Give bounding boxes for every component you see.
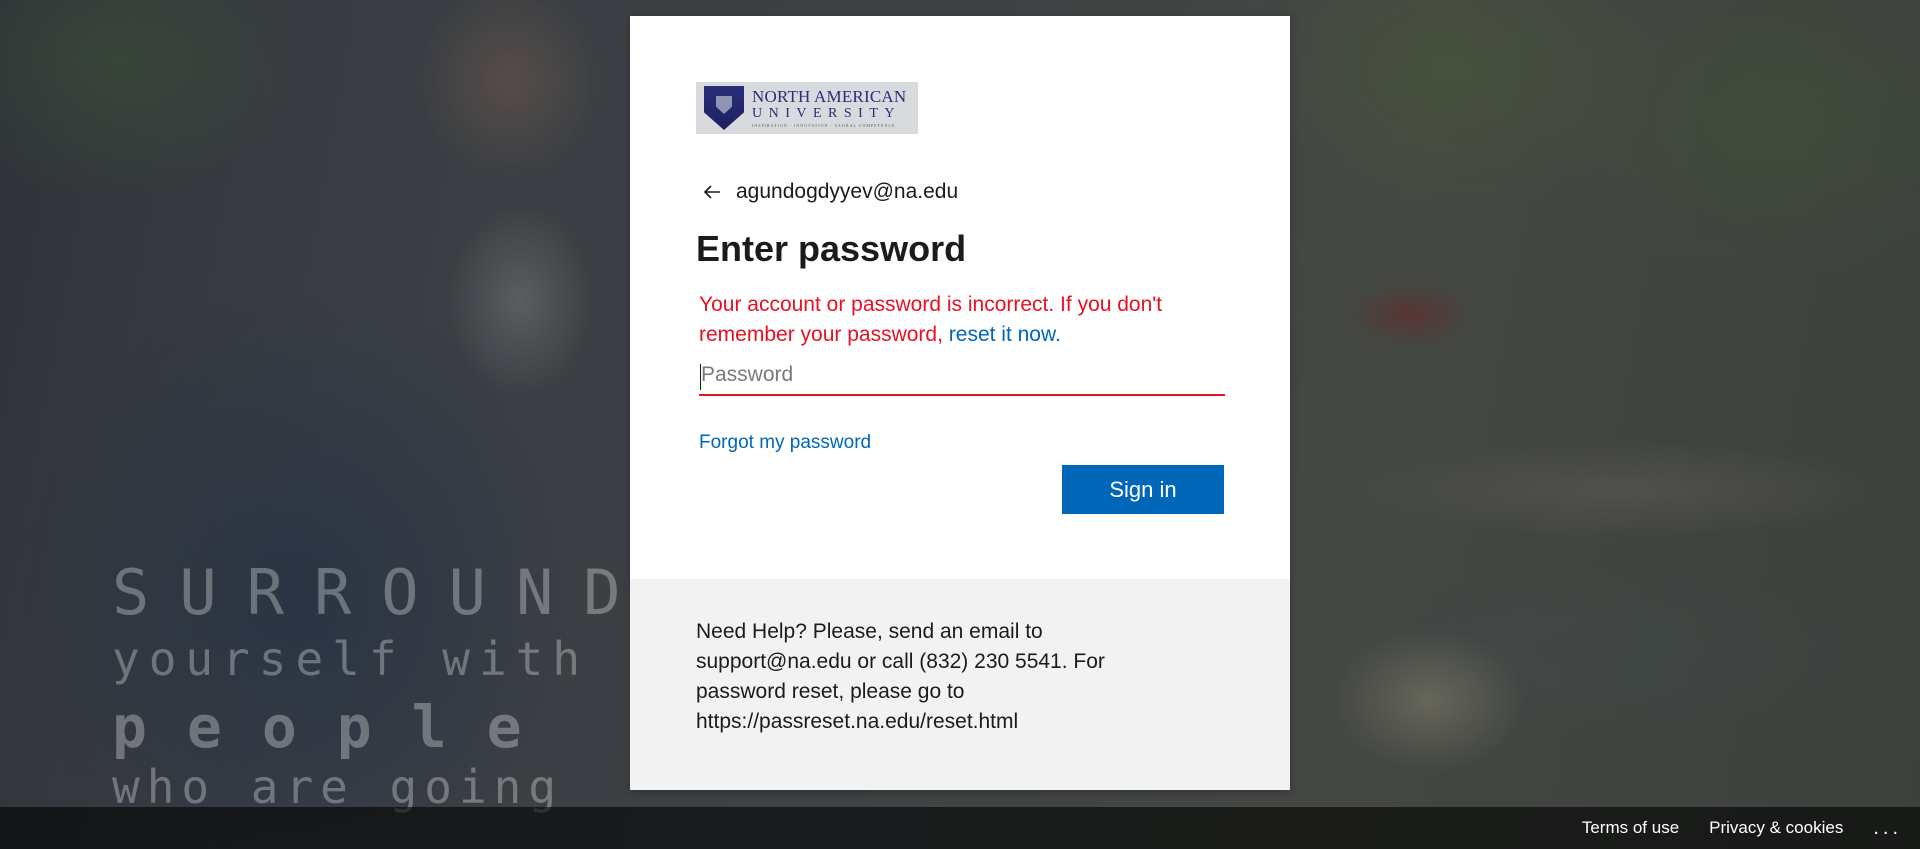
page-title: Enter password: [696, 228, 967, 269]
sign-in-card: NORTH AMERICAN UNIVERSITY INSPIRATION · …: [630, 16, 1290, 790]
back-arrow-icon[interactable]: [702, 182, 722, 202]
sign-in-card-main: NORTH AMERICAN UNIVERSITY INSPIRATION · …: [630, 16, 1290, 579]
footer-links: Terms of use Privacy & cookies ...: [1582, 807, 1920, 849]
error-text: Your account or password is incorrect. I…: [699, 293, 1163, 346]
crest-icon: [704, 86, 744, 130]
privacy-cookies-link[interactable]: Privacy & cookies: [1709, 818, 1843, 838]
reset-it-now-link[interactable]: reset it now.: [949, 323, 1061, 346]
background-slogan: SURROUND yourself with people who are go…: [112, 556, 651, 814]
logo-line-1: NORTH AMERICAN: [752, 87, 907, 106]
slogan-line-4: who are going: [112, 760, 564, 814]
sign-in-button[interactable]: Sign in: [1062, 465, 1224, 514]
logo-text: NORTH AMERICAN UNIVERSITY INSPIRATION · …: [752, 88, 906, 128]
password-input[interactable]: [699, 356, 1225, 396]
login-page: SURROUND yourself with people who are go…: [0, 0, 1920, 849]
footer: Terms of use Privacy & cookies ...: [0, 807, 1920, 849]
slogan-line-2: yourself with: [112, 632, 590, 686]
identity-banner[interactable]: agundogdyyev@na.edu: [702, 180, 958, 204]
university-logo: NORTH AMERICAN UNIVERSITY INSPIRATION · …: [696, 82, 918, 134]
help-text: Need Help? Please, send an email to supp…: [696, 620, 1105, 733]
logo-tagline: INSPIRATION · INNOVATION · GLOBAL COMPET…: [752, 123, 896, 128]
slogan-line-3: people: [112, 693, 562, 761]
more-options-icon[interactable]: ...: [1873, 818, 1902, 838]
identity-email: agundogdyyev@na.edu: [736, 180, 959, 203]
logo-line-2: UNIVERSITY: [752, 106, 901, 121]
slogan-line-1: SURROUND: [112, 556, 651, 629]
text-caret: [700, 364, 701, 390]
error-message: Your account or password is incorrect. I…: [699, 290, 1259, 350]
help-section: Need Help? Please, send an email to supp…: [630, 579, 1290, 790]
terms-of-use-link[interactable]: Terms of use: [1582, 818, 1679, 838]
forgot-password-link[interactable]: Forgot my password: [699, 432, 871, 454]
